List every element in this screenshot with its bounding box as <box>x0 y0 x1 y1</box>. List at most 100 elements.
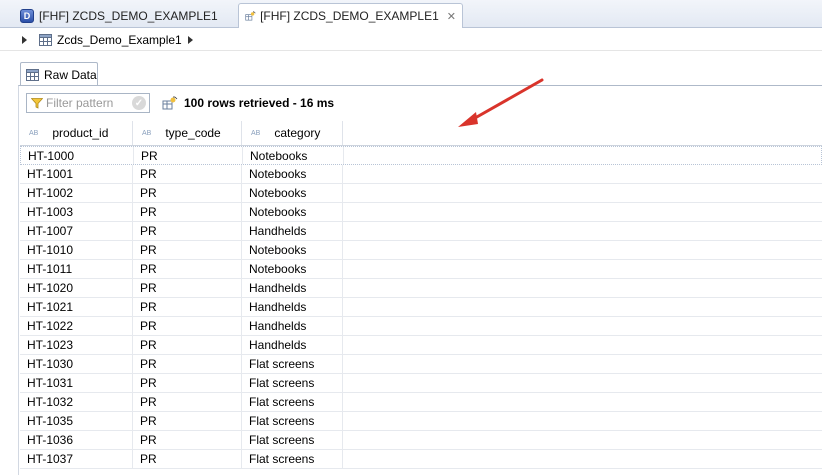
filter-input[interactable] <box>46 96 132 110</box>
table-cell[interactable]: PR <box>133 412 242 430</box>
table-row[interactable]: HT-1000 PR Notebooks <box>20 146 822 165</box>
tab-label: Raw Data <box>44 67 97 82</box>
table-row[interactable]: HT-1010 PR Notebooks <box>20 241 822 260</box>
rows-status: 100 rows retrieved - 16 ms <box>184 96 335 110</box>
row-filler <box>343 374 822 392</box>
editor-tab-strip: D [FHF] ZCDS_DEMO_EXAMPLE1 [FHF] ZCDS_DE… <box>0 0 822 28</box>
table-cell[interactable]: HT-1011 <box>20 260 133 278</box>
table-cell[interactable]: HT-1032 <box>20 393 133 411</box>
data-grid: AB product_id AB type_code AB category H… <box>20 121 822 469</box>
table-cell[interactable]: PR <box>133 241 242 259</box>
table-row[interactable]: HT-1036 PR Flat screens <box>20 431 822 450</box>
row-filler <box>343 317 822 335</box>
breadcrumb-expand-icon[interactable] <box>22 35 27 44</box>
table-cell[interactable]: PR <box>133 374 242 392</box>
table-cell[interactable]: HT-1002 <box>20 184 133 202</box>
table-cell[interactable]: HT-1030 <box>20 355 133 373</box>
table-row[interactable]: HT-1035 PR Flat screens <box>20 412 822 431</box>
table-row[interactable]: HT-1003 PR Notebooks <box>20 203 822 222</box>
table-row[interactable]: HT-1031 PR Flat screens <box>20 374 822 393</box>
table-cell[interactable]: PR <box>133 222 242 240</box>
table-cell[interactable]: PR <box>133 431 242 449</box>
table-cell[interactable]: Flat screens <box>242 355 343 373</box>
table-cell[interactable]: HT-1010 <box>20 241 133 259</box>
table-row[interactable]: HT-1021 PR Handhelds <box>20 298 822 317</box>
row-filler <box>343 279 822 297</box>
table-cell[interactable]: HT-1037 <box>20 450 133 468</box>
table-cell[interactable]: HT-1003 <box>20 203 133 221</box>
tab-raw-data[interactable]: Raw Data <box>20 62 98 86</box>
table-cell[interactable]: Flat screens <box>242 431 343 449</box>
text-type-icon: AB <box>142 129 152 137</box>
row-filler <box>343 222 822 240</box>
funnel-icon <box>31 97 43 109</box>
breadcrumb-next-icon[interactable] <box>187 35 193 44</box>
table-cell[interactable]: PR <box>133 298 242 316</box>
table-icon <box>26 68 39 81</box>
ddl-source-icon: D <box>20 8 34 23</box>
table-cell[interactable]: PR <box>133 393 242 411</box>
table-row[interactable]: HT-1007 PR Handhelds <box>20 222 822 241</box>
table-cell[interactable]: Notebooks <box>242 184 343 202</box>
table-row[interactable]: HT-1011 PR Notebooks <box>20 260 822 279</box>
table-cell[interactable]: PR <box>133 203 242 221</box>
table-cell[interactable]: Notebooks <box>242 165 343 183</box>
table-cell[interactable]: Handhelds <box>242 222 343 240</box>
table-cell[interactable]: HT-1035 <box>20 412 133 430</box>
clear-filter-icon[interactable]: ✓ <box>132 96 146 110</box>
table-cell[interactable]: HT-1023 <box>20 336 133 354</box>
row-filler <box>343 203 822 221</box>
table-cell[interactable]: PR <box>133 260 242 278</box>
table-cell[interactable]: PR <box>134 147 243 164</box>
table-cell[interactable]: HT-1000 <box>21 147 134 164</box>
table-row[interactable]: HT-1037 PR Flat screens <box>20 450 822 469</box>
data-preview-icon <box>245 11 256 21</box>
table-cell[interactable]: HT-1022 <box>20 317 133 335</box>
editor-tab-label: [FHF] ZCDS_DEMO_EXAMPLE1 <box>39 8 218 23</box>
table-cell[interactable]: PR <box>133 336 242 354</box>
table-cell[interactable]: PR <box>133 317 242 335</box>
table-cell[interactable]: PR <box>133 165 242 183</box>
table-cell[interactable]: Handhelds <box>242 336 343 354</box>
table-cell[interactable]: Flat screens <box>242 374 343 392</box>
row-filler <box>343 241 822 259</box>
table-cell[interactable]: Flat screens <box>242 412 343 430</box>
table-cell[interactable]: Handhelds <box>242 317 343 335</box>
table-row[interactable]: HT-1032 PR Flat screens <box>20 393 822 412</box>
table-cell[interactable]: Notebooks <box>242 203 343 221</box>
table-row[interactable]: HT-1020 PR Handhelds <box>20 279 822 298</box>
table-cell[interactable]: Handhelds <box>242 298 343 316</box>
text-type-icon: AB <box>251 129 261 137</box>
table-cell[interactable]: HT-1001 <box>20 165 133 183</box>
breadcrumb-label[interactable]: Zcds_Demo_Example1 <box>57 33 182 47</box>
column-header-category[interactable]: AB category <box>242 121 343 145</box>
editor-tab-data-preview[interactable]: [FHF] ZCDS_DEMO_EXAMPLE1 ✕ <box>238 3 463 28</box>
table-cell[interactable]: PR <box>133 279 242 297</box>
editor-tab-ddl[interactable]: D [FHF] ZCDS_DEMO_EXAMPLE1 <box>14 3 224 28</box>
editor-tab-label: [FHF] ZCDS_DEMO_EXAMPLE1 <box>260 9 439 23</box>
table-cell[interactable]: Notebooks <box>242 241 343 259</box>
column-header-product-id[interactable]: AB product_id <box>20 121 133 145</box>
row-filler <box>343 260 822 278</box>
table-cell[interactable]: HT-1036 <box>20 431 133 449</box>
table-row[interactable]: HT-1002 PR Notebooks <box>20 184 822 203</box>
table-row[interactable]: HT-1030 PR Flat screens <box>20 355 822 374</box>
table-cell[interactable]: HT-1007 <box>20 222 133 240</box>
data-toolbar: ✓ 100 rows retrieved - 16 ms <box>26 92 334 114</box>
table-cell[interactable]: HT-1021 <box>20 298 133 316</box>
table-cell[interactable]: PR <box>133 355 242 373</box>
column-header-type-code[interactable]: AB type_code <box>133 121 242 145</box>
close-icon[interactable]: ✕ <box>447 10 456 23</box>
table-cell[interactable]: HT-1020 <box>20 279 133 297</box>
table-cell[interactable]: Notebooks <box>243 147 344 164</box>
table-row[interactable]: HT-1023 PR Handhelds <box>20 336 822 355</box>
table-row[interactable]: HT-1001 PR Notebooks <box>20 165 822 184</box>
table-cell[interactable]: Flat screens <box>242 450 343 468</box>
table-row[interactable]: HT-1022 PR Handhelds <box>20 317 822 336</box>
table-cell[interactable]: Notebooks <box>242 260 343 278</box>
table-cell[interactable]: HT-1031 <box>20 374 133 392</box>
table-cell[interactable]: Handhelds <box>242 279 343 297</box>
table-cell[interactable]: PR <box>133 450 242 468</box>
table-cell[interactable]: Flat screens <box>242 393 343 411</box>
table-cell[interactable]: PR <box>133 184 242 202</box>
